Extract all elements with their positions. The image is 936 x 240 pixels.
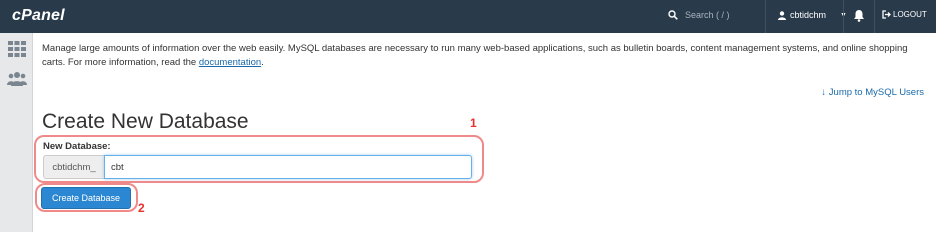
search-placeholder[interactable]: Search ( / ) (685, 10, 730, 20)
user-icon (778, 10, 786, 20)
page-title: Create New Database (42, 110, 249, 133)
create-database-button[interactable]: Create Database (41, 187, 131, 209)
database-prefix: cbtidchm_ (43, 155, 104, 179)
documentation-link[interactable]: documentation (199, 57, 261, 68)
annotation-number-1: 1 (470, 116, 477, 130)
topbar-divider (765, 0, 766, 33)
logout-button[interactable]: LOGOUT (882, 10, 927, 19)
annotation-number-2: 2 (138, 201, 145, 215)
username-label: cbtidchm (790, 10, 827, 20)
grid-icon[interactable] (7, 40, 27, 58)
intro-text-end: . (261, 57, 264, 68)
bell-icon[interactable] (853, 9, 865, 22)
topbar-divider (843, 0, 844, 33)
search-box[interactable]: Search ( / ) (668, 10, 730, 20)
topbar-divider (874, 0, 875, 33)
intro-paragraph: Manage large amounts of information over… (42, 42, 928, 70)
logout-icon (882, 10, 891, 19)
new-database-input[interactable] (104, 155, 472, 179)
search-icon (668, 10, 678, 20)
intro-text: Manage large amounts of information over… (42, 43, 908, 68)
cpanel-logo[interactable]: cPanel (12, 7, 65, 25)
sidebar (0, 33, 33, 232)
logout-label: LOGOUT (893, 10, 927, 19)
user-menu[interactable]: cbtidchm ▼ (778, 10, 847, 20)
jump-to-mysql-users-link[interactable]: ↓ Jump to MySQL Users (821, 87, 924, 98)
users-icon[interactable] (7, 70, 27, 88)
new-database-label: New Database: (43, 141, 111, 152)
top-navigation-bar: cPanel Search ( / ) cbtidchm ▼ LOGOUT (0, 0, 936, 33)
